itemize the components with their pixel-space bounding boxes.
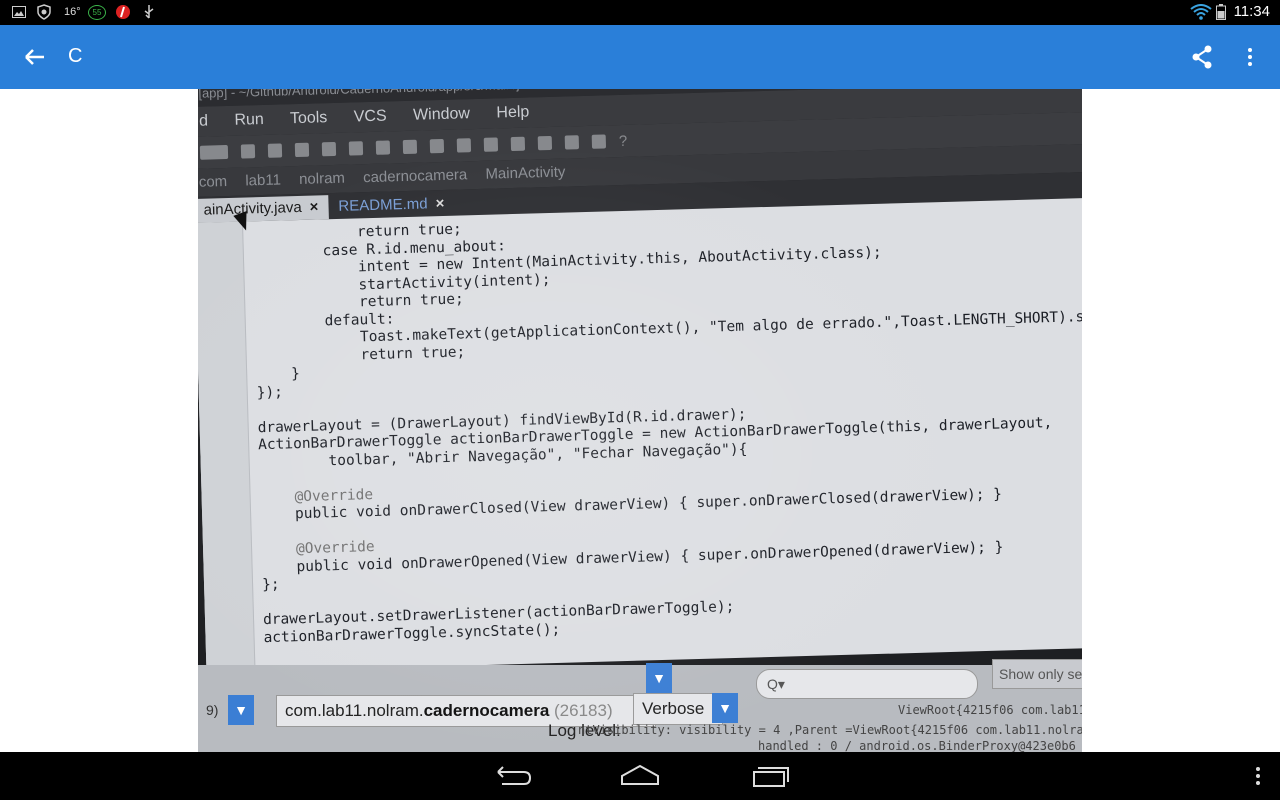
status-bar: 16° 55 11:34 [0, 0, 1280, 25]
vcs-update-icon [348, 141, 364, 156]
usb-icon [143, 4, 155, 20]
show-only-selected: Show only sele [992, 659, 1082, 689]
home-icon[interactable] [616, 762, 664, 790]
compare-icon [429, 138, 445, 154]
menu-item-run: Run [234, 110, 265, 129]
history-icon [402, 139, 418, 155]
breadcrumb-item: cadernocamera [362, 166, 468, 187]
stop-icon [321, 141, 337, 157]
wifi-icon [1190, 4, 1212, 20]
back-arrow-icon[interactable] [20, 45, 52, 69]
config-dropdown-icon [199, 144, 229, 160]
code-area: return true; case R.id.menu_about: inten… [252, 204, 1082, 647]
image-icon [12, 4, 26, 20]
menu-item-tools: Tools [289, 109, 328, 128]
editor-tab-readme: README.md × [328, 192, 455, 220]
vcs-commit-icon [375, 140, 391, 155]
menu-item-vcs: VCS [353, 107, 387, 126]
share-icon[interactable] [1188, 45, 1216, 69]
photo[interactable]: [app] - ~/Github/Android/CadernoAndroid/… [198, 89, 1082, 752]
ide-window: [app] - ~/Github/Android/CadernoAndroid/… [198, 89, 1082, 752]
image-viewer: [app] - ~/Github/Android/CadernoAndroid/… [0, 89, 1280, 752]
breadcrumb-item: MainActivity [485, 163, 566, 183]
breadcrumb-item: nolram [298, 169, 346, 188]
package-name: cadernocamera [423, 701, 550, 720]
menu-item-window: Window [412, 105, 471, 124]
android-icon [591, 134, 607, 149]
more-vert-icon[interactable] [1254, 766, 1262, 786]
avd-manager-icon [564, 135, 580, 150]
more-vert-icon[interactable] [1242, 45, 1258, 69]
recents-icon[interactable] [744, 762, 792, 790]
tab-label: README.md [338, 195, 428, 215]
undo-icon [456, 138, 472, 153]
logcat-search-input: Q▾ [756, 669, 978, 699]
battery-icon [1216, 4, 1226, 20]
settings-icon [483, 137, 499, 152]
run-icon [240, 144, 256, 159]
close-icon: × [309, 198, 319, 216]
app-bar: C [0, 25, 1280, 89]
navigation-bar [0, 752, 1280, 800]
close-icon: × [435, 194, 445, 213]
package-prefix: com.lab11.nolram. [285, 701, 424, 720]
log-line: ViewRoot{4215f06 com.lab11.nolra [898, 703, 1082, 717]
code-editor: return true; case R.id.menu_about: inten… [198, 197, 1082, 673]
logcat-panel: 9) ▼ com.lab11.nolram.cadernocamera (261… [198, 659, 1082, 752]
battery-badge-icon: 55 [88, 5, 106, 20]
antivirus-icon [115, 4, 131, 20]
app-title: C [68, 45, 83, 67]
clock: 11:34 [1233, 3, 1270, 20]
shield-icon [36, 4, 52, 20]
process-id: (26183) [554, 701, 613, 720]
menu-item: d [198, 112, 209, 130]
device-fragment: 9) [206, 702, 219, 718]
breadcrumb-item: lab11 [245, 171, 282, 190]
attach-icon [294, 142, 310, 158]
log-line: ntVisibility: visibility = 4 ,Parent =Vi… [578, 723, 1082, 737]
menu-item-help: Help [496, 103, 530, 122]
log-line: handled : 0 / android.os.BinderProxy@423… [758, 739, 1076, 752]
package-dropdown-icon: ▼ [646, 663, 672, 693]
tab-label: ainActivity.java [203, 198, 302, 219]
device-dropdown-icon: ▼ [228, 695, 254, 725]
breadcrumb-item: com [198, 173, 228, 191]
help-icon: ? [618, 132, 628, 150]
debug-icon [267, 143, 283, 158]
temperature-text: 16° [64, 6, 81, 18]
editor-gutter [198, 221, 256, 673]
sdk-manager-icon [537, 135, 553, 151]
structure-icon [510, 136, 526, 152]
log-level-select: Verbose [633, 693, 723, 725]
log-level-dropdown-icon: ▼ [712, 693, 738, 723]
back-icon[interactable] [488, 762, 536, 790]
